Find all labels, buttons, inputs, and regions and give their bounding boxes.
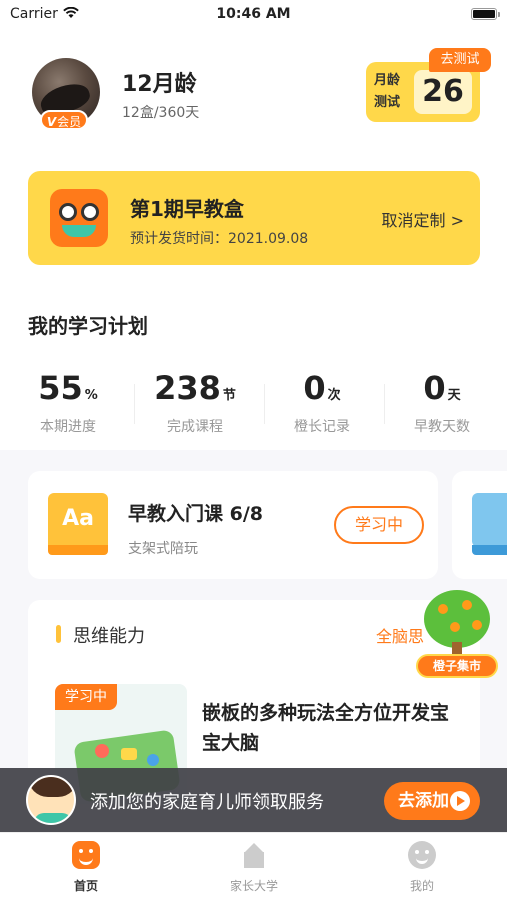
education-box-card[interactable]: 第1期早教盒 预计发货时间：2021.09.08 取消定制 > xyxy=(28,171,480,265)
tree-icon xyxy=(424,590,490,648)
course-subtitle: 支架式陪玩 xyxy=(128,541,198,557)
stat-label: 完成课程 xyxy=(167,419,223,435)
banner-text: 添加您的家庭育儿师领取服务 xyxy=(90,792,324,813)
tab-home[interactable]: 首页 xyxy=(26,841,146,894)
tab-label: 我的 xyxy=(409,879,434,893)
vip-badge[interactable]: V会员 xyxy=(40,110,88,130)
clock: 10:46 AM xyxy=(216,6,291,22)
stat-days: 0天 早教天数 xyxy=(392,370,492,436)
stat-unit: 次 xyxy=(327,388,341,403)
tab-bar: 首页 家长大学 我的 xyxy=(0,832,507,900)
vip-v-letter: V xyxy=(46,115,57,129)
next-course-card[interactable] xyxy=(452,471,507,579)
stat-progress: 55% 本期进度 xyxy=(14,370,122,436)
stat-label: 本期进度 xyxy=(40,419,96,435)
baby-age-title: 12月龄 xyxy=(122,72,197,97)
lesson-status-tag: 学习中 xyxy=(55,684,117,710)
play-arrow-icon xyxy=(450,791,470,811)
stat-label: 早教天数 xyxy=(414,419,470,435)
stat-unit: 天 xyxy=(447,388,461,403)
go-test-tag[interactable]: 去测试 xyxy=(429,48,491,72)
home-face-icon xyxy=(72,841,100,869)
plan-title: 我的学习计划 xyxy=(28,314,148,338)
vip-label: 会员 xyxy=(57,115,82,129)
monster-box-icon xyxy=(50,189,108,247)
orange-market-float-button[interactable]: 橙子集市 xyxy=(414,590,500,686)
stat-label: 橙长记录 xyxy=(294,419,350,435)
age-test-number: 26 xyxy=(414,70,472,114)
cancel-customization-link[interactable]: 取消定制 > xyxy=(382,207,465,231)
market-label: 橙子集市 xyxy=(416,654,498,678)
advisor-banner[interactable]: 添加您的家庭育儿师领取服务 去添加 xyxy=(0,768,507,832)
book-icon xyxy=(472,493,507,547)
book-icon-text: Aa xyxy=(48,493,108,547)
profile-face-icon xyxy=(408,841,436,869)
university-icon xyxy=(240,841,268,869)
divider xyxy=(264,384,265,424)
divider xyxy=(384,384,385,424)
tab-label: 首页 xyxy=(73,879,98,893)
tab-label: 家长大学 xyxy=(229,879,278,893)
age-test-label: 月龄测试 xyxy=(374,73,401,110)
section-accent-bar xyxy=(56,625,61,643)
section-title: 思维能力 xyxy=(73,626,145,647)
course-status-button[interactable]: 学习中 xyxy=(334,506,424,544)
stat-unit: % xyxy=(84,388,98,403)
advisor-avatar xyxy=(26,775,76,825)
tab-me[interactable]: 我的 xyxy=(362,841,482,894)
stat-value: 55 xyxy=(38,369,83,407)
lesson-title[interactable]: 嵌板的多种玩法全方位开发宝宝大脑 xyxy=(202,698,462,758)
box-title: 第1期早教盒 xyxy=(130,197,244,221)
status-bar: Carrier 10:46 AM xyxy=(0,0,507,30)
book-icon: Aa xyxy=(48,493,108,557)
course-card[interactable]: Aa 早教入门课 6/8 支架式陪玩 学习中 xyxy=(28,471,438,579)
stat-growth-records: 0次 橙长记录 xyxy=(272,370,372,436)
divider xyxy=(134,384,135,424)
battery-icon xyxy=(471,8,500,20)
stat-unit: 节 xyxy=(222,388,236,403)
add-advisor-label: 去添加 xyxy=(398,791,449,811)
baby-progress-text: 12盒/360天 xyxy=(122,105,200,121)
box-ship-date: 预计发货时间：2021.09.08 xyxy=(130,231,309,247)
stat-value: 0 xyxy=(303,369,326,407)
course-title: 早教入门课 6/8 xyxy=(128,503,263,525)
add-advisor-button[interactable]: 去添加 xyxy=(384,782,480,820)
stat-value: 238 xyxy=(154,369,221,407)
stat-courses: 238 节 完成课程 xyxy=(136,370,254,436)
tab-parent-university[interactable]: 家长大学 xyxy=(194,841,314,894)
stat-value: 0 xyxy=(423,369,446,407)
